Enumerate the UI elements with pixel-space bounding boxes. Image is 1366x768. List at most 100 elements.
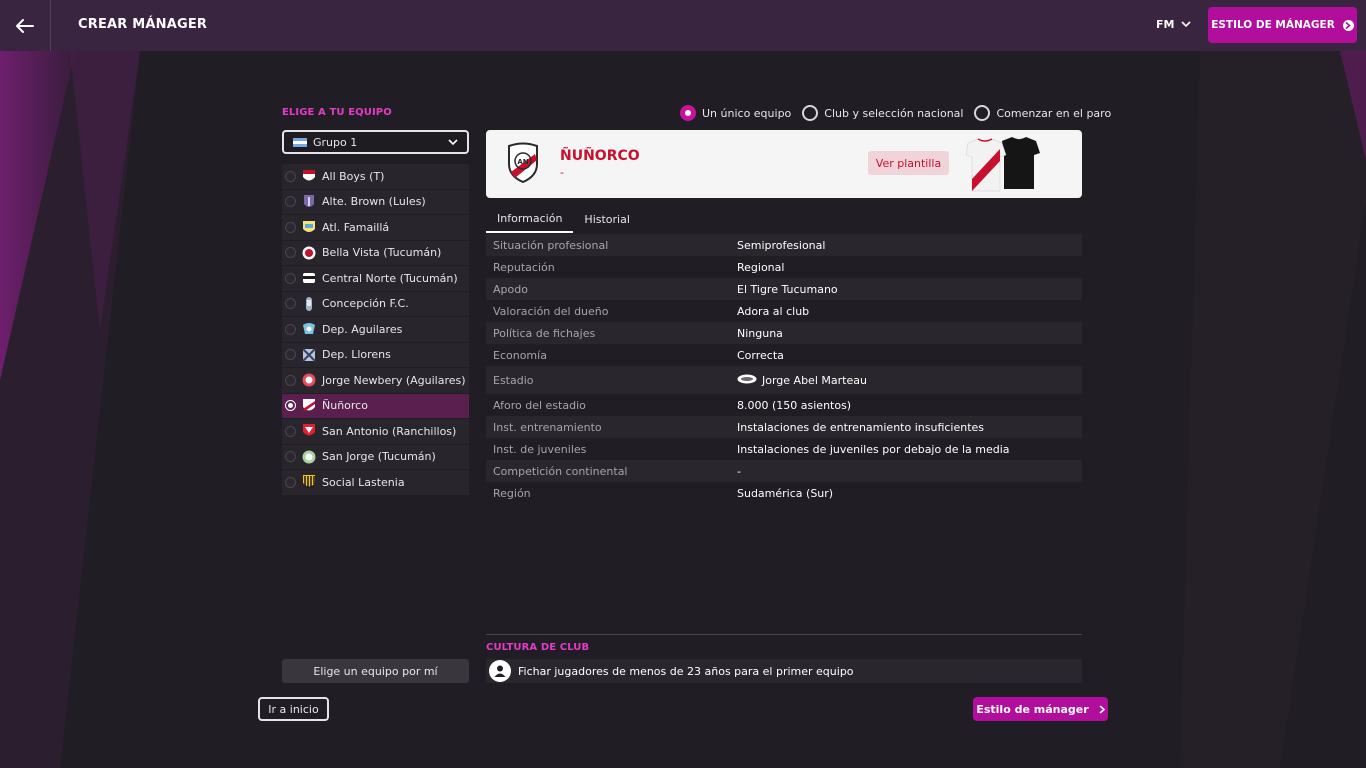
info-row: Región Sudamérica (Sur) <box>486 482 1082 504</box>
info-value: 8.000 (150 asientos) <box>737 399 851 412</box>
info-row: Apodo El Tigre Tucumano <box>486 278 1082 300</box>
info-value-text: Instalaciones de juveniles por debajo de… <box>737 442 1010 456</box>
team-kits-image <box>966 136 1040 192</box>
team-name-label: Concepción F.C. <box>322 297 409 311</box>
team-list-item[interactable]: Bella Vista (Tucumán) <box>282 240 469 265</box>
info-row: Situación profesional Semiprofesional <box>486 234 1082 256</box>
home-button[interactable]: Ir a inicio <box>258 697 329 721</box>
team-list: All Boys (T) Alte. Brown (Lules) Atl. Fama… <box>282 164 469 496</box>
mode-option[interactable]: Comenzar en el paro <box>974 105 1111 121</box>
info-label: Apodo <box>493 282 528 296</box>
team-name-label: Atl. Famaillá <box>322 220 390 234</box>
team-card: AN ÑUÑORCO - Ver plantilla <box>486 130 1082 198</box>
team-list-item[interactable]: Ñuñorco <box>282 393 469 418</box>
san-jorge-crest-icon <box>302 449 316 465</box>
divider <box>486 634 1082 635</box>
team-radio[interactable] <box>285 400 296 412</box>
team-radio[interactable] <box>285 221 296 233</box>
fm-menu-label: FM <box>1156 18 1175 31</box>
group-select-value: Grupo 1 <box>313 135 358 149</box>
info-label: Economía <box>493 348 547 362</box>
info-value-text: Sudamérica (Sur) <box>737 486 834 500</box>
team-picker-heading: ELIGE A TU EQUIPO <box>282 107 392 118</box>
team-radio[interactable] <box>285 323 296 335</box>
team-list-item[interactable]: Social Lastenia <box>282 470 469 495</box>
team-radio[interactable] <box>285 451 296 463</box>
info-value-text: Ninguna <box>737 326 783 340</box>
info-value-text: 8.000 (150 asientos) <box>737 398 852 412</box>
team-list-item[interactable]: San Jorge (Tucumán) <box>282 444 469 469</box>
chevron-down-icon <box>1181 21 1192 28</box>
arrow-left-icon <box>16 18 34 33</box>
club-culture-text: Fichar jugadores de menos de 23 años par… <box>518 664 854 678</box>
team-list-item[interactable]: San Antonio (Ranchillos) <box>282 419 469 444</box>
team-radio[interactable] <box>285 349 296 361</box>
mode-options: Un único equipo Club y selección nacional… <box>680 105 1122 121</box>
team-list-item[interactable]: Central Norte (Tucumán) <box>282 266 469 291</box>
bella-vista-crest-icon <box>302 245 316 261</box>
team-radio[interactable] <box>285 170 296 182</box>
top-bar: CREAR MÁNAGER FM ESTILO DE MÁNAGER <box>0 0 1366 51</box>
team-subtitle: - <box>560 166 564 179</box>
info-value: Sudamérica (Sur) <box>737 487 833 500</box>
info-row: Economía Correcta <box>486 344 1082 366</box>
info-value-text: Correcta <box>737 348 784 362</box>
manager-style-top-button[interactable]: ESTILO DE MÁNAGER <box>1208 7 1357 43</box>
info-value-text: - <box>737 464 741 478</box>
dep-aguilares-crest-icon <box>302 321 316 337</box>
tab-history[interactable]: Historial <box>573 205 640 233</box>
team-name-label: Central Norte (Tucumán) <box>322 271 458 285</box>
team-radio[interactable] <box>285 476 296 488</box>
san-antonio-crest-icon <box>302 423 316 439</box>
team-list-item[interactable]: All Boys (T) <box>282 164 469 189</box>
team-radio[interactable] <box>285 247 296 259</box>
team-list-item[interactable]: Alte. Brown (Lules) <box>282 189 469 214</box>
team-radio[interactable] <box>285 196 296 208</box>
svg-text:AN: AN <box>517 158 528 166</box>
info-label: Valoración del dueño <box>493 304 609 318</box>
info-row: Inst. de juveniles Instalaciones de juven… <box>486 438 1082 460</box>
team-radio[interactable] <box>285 374 296 386</box>
info-row: Valoración del dueño Adora al club <box>486 300 1082 322</box>
back-button[interactable] <box>0 0 51 51</box>
team-name-label: Ñuñorco <box>322 399 368 413</box>
mode-option[interactable]: Club y selección nacional <box>802 105 963 121</box>
info-value: - <box>737 465 741 478</box>
info-label: Estadio <box>493 373 534 387</box>
fm-menu[interactable]: FM <box>1156 18 1192 31</box>
group-select[interactable]: Grupo 1 <box>282 130 469 154</box>
mode-option-label: Un único equipo <box>702 106 792 120</box>
mode-radio[interactable] <box>974 105 991 121</box>
info-value-text: Jorge Abel Marteau <box>762 373 867 387</box>
chevron-down-icon <box>448 138 458 145</box>
info-value: Correcta <box>737 349 784 362</box>
mode-radio[interactable] <box>802 105 819 121</box>
central-norte-crest-icon <box>302 270 316 286</box>
team-list-item[interactable]: Dep. Aguilares <box>282 317 469 342</box>
mode-option-label: Comenzar en el paro <box>996 106 1112 120</box>
tab-information[interactable]: Información <box>486 205 574 233</box>
nunorco-crest-icon: AN <box>508 142 538 184</box>
manager-style-button[interactable]: Estilo de mánager <box>973 697 1108 721</box>
team-list-item[interactable]: Jorge Newbery (Aguilares) <box>282 368 469 393</box>
arrow-right-circle-icon <box>1342 19 1354 31</box>
team-radio[interactable] <box>285 425 296 437</box>
club-culture-heading: CULTURA DE CLUB <box>486 642 590 653</box>
info-label: Reputación <box>493 260 555 274</box>
info-value-text: Adora al club <box>737 304 810 318</box>
team-radio[interactable] <box>285 298 296 310</box>
team-radio[interactable] <box>285 272 296 284</box>
mode-radio[interactable] <box>680 105 696 121</box>
team-name-label: Bella Vista (Tucumán) <box>322 246 442 260</box>
team-list-item[interactable]: Dep. Llorens <box>282 342 469 367</box>
team-name-label: Social Lastenia <box>322 475 405 489</box>
info-value: Semiprofesional <box>737 239 825 252</box>
view-squad-button[interactable]: Ver plantilla <box>868 151 949 175</box>
team-list-item[interactable]: Atl. Famaillá <box>282 215 469 240</box>
info-row: Aforo del estadio 8.000 (150 asientos) <box>486 394 1082 416</box>
mode-option[interactable]: Un único equipo <box>680 105 791 121</box>
random-team-button[interactable]: Elige un equipo por mí <box>282 659 469 683</box>
info-value-text: Instalaciones de entrenamiento insuficie… <box>737 420 985 434</box>
team-list-item[interactable]: Concepción F.C. <box>282 291 469 316</box>
info-value: El Tigre Tucumano <box>737 283 838 296</box>
